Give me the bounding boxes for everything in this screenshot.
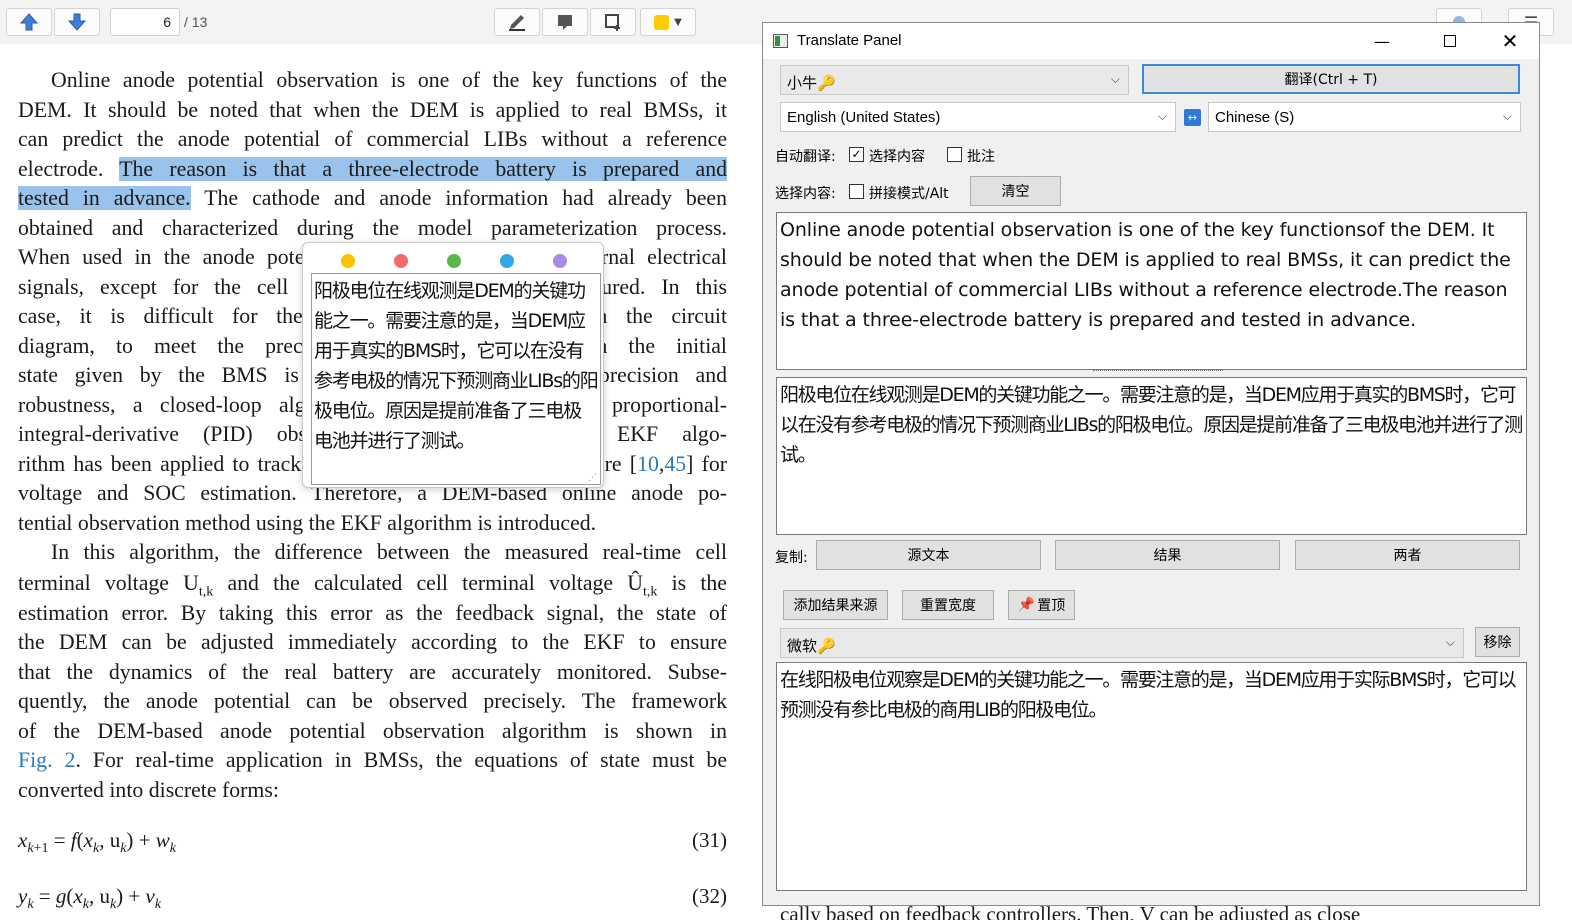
add-result-source-button[interactable]: 添加结果来源 <box>783 590 888 620</box>
source-text-box[interactable]: Online anode potential observation is on… <box>776 212 1527 370</box>
color-red-button[interactable] <box>394 254 408 268</box>
pdf-text-line: obtained and characterized during the mo… <box>18 215 727 240</box>
close-button[interactable]: ✕ <box>1487 23 1533 59</box>
pdf-text-line: that the dynamics of the real battery ar… <box>18 659 727 684</box>
text-box-add-icon <box>605 14 620 31</box>
pen-icon <box>509 15 525 31</box>
remove-engine-button[interactable]: 移除 <box>1475 627 1520 657</box>
arrow-up-icon <box>19 13 39 31</box>
selection-translate-popup[interactable]: 阳极电位在线观测是DEM的关键功能之一。需要注意的是，当DEM应用于真实的BMS… <box>302 242 604 488</box>
swap-icon: ↔ <box>1187 111 1198 124</box>
pdf-text-line: of the DEM-based anode potential observa… <box>18 718 727 743</box>
pdf-text-line: electrode. The reason is that a three-el… <box>18 156 727 181</box>
chevron-down-icon: ⌵ <box>1110 72 1120 86</box>
pin-button-label: 置顶 <box>1037 598 1066 614</box>
clear-button[interactable]: 清空 <box>970 176 1061 206</box>
highlighted-text: The reason is that a three-electrode bat… <box>119 156 727 181</box>
color-yellow-button[interactable] <box>341 254 355 268</box>
window-title: Translate Panel <box>797 32 902 49</box>
color-green-button[interactable] <box>447 254 461 268</box>
highlight-swatch-icon <box>654 14 670 30</box>
next-page-button[interactable] <box>54 8 100 36</box>
chevron-down-icon: ⌵ <box>1502 109 1512 123</box>
chevron-down-icon: ▼ <box>674 16 682 28</box>
pdf-text-line: quently, the anode potential can be obse… <box>18 689 727 713</box>
pdf-text-line: tential observation method using the EKF… <box>18 510 597 535</box>
maximize-icon <box>1444 35 1456 47</box>
close-icon: ✕ <box>1501 29 1519 53</box>
target-language-value: Chinese (S) <box>1215 109 1295 126</box>
result-text-box-1[interactable]: 阳极电位在线观测是DEM的关键功能之一。需要注意的是，当DEM应用于真实的BMS… <box>776 377 1527 535</box>
pdf-text-line: terminal voltage Ut,k and the calculated… <box>18 570 727 599</box>
copy-result-button[interactable]: 结果 <box>1055 540 1280 570</box>
pdf-text-line: the DEM can be adjusted immediately acco… <box>18 630 727 654</box>
note-icon <box>558 15 572 30</box>
minimize-icon: — <box>1374 31 1390 51</box>
page-total: / 13 <box>184 14 208 30</box>
pin-icon: 📌 <box>1017 597 1036 613</box>
engine-select-top[interactable]: 小牛🔑 ⌵ <box>780 65 1129 95</box>
target-language-select[interactable]: Chinese (S) ⌵ <box>1208 102 1521 132</box>
source-language-select[interactable]: English (United States) ⌵ <box>780 102 1176 132</box>
pin-on-top-button[interactable]: 📌 置顶 <box>1008 590 1075 620</box>
window-titlebar: Translate Panel — ✕ <box>763 23 1539 59</box>
color-purple-button[interactable] <box>553 254 567 268</box>
pdf-text-line: tested in advance. The cathode and anode… <box>18 186 727 210</box>
engine-select-2-value: 微软🔑 <box>787 638 836 655</box>
comment-option-label: 批注 <box>967 149 995 165</box>
reset-width-button[interactable]: 重置宽度 <box>902 590 994 620</box>
app-icon <box>773 34 788 48</box>
citation-link: 10 <box>637 451 659 476</box>
page-number-input[interactable]: 6 <box>110 8 180 36</box>
pdf-text-line: estimation error. By taking this error a… <box>18 600 727 625</box>
citation-link: 45 <box>664 451 687 476</box>
swap-languages-button[interactable]: ↔ <box>1184 109 1201 126</box>
equation-number: (32) <box>692 884 727 908</box>
engine-select-value: 小牛🔑 <box>787 75 836 92</box>
figure-link: Fig. 2 <box>18 748 76 772</box>
copy-both-button[interactable]: 两者 <box>1295 540 1520 570</box>
source-language-value: English (United States) <box>787 109 941 126</box>
maximize-button[interactable] <box>1427 23 1473 59</box>
pdf-text-line: DEM. It should be noted that when the DE… <box>18 97 727 122</box>
pdf-text-line: Fig. 2. For real-time application in BMS… <box>18 748 728 772</box>
add-text-box-button[interactable] <box>590 8 636 36</box>
translate-panel-window: Translate Panel — ✕ 小牛🔑 ⌵ 翻译(Ctrl + T) E… <box>762 22 1540 906</box>
comment-checkbox[interactable] <box>947 147 962 162</box>
equation-32: yk = g(xk, uk) + vk (32) <box>18 884 727 913</box>
auto-translate-label: 自动翻译: <box>775 149 836 165</box>
previous-page-button[interactable] <box>6 8 52 36</box>
chevron-down-icon: ⌵ <box>1445 635 1455 649</box>
resize-grip-icon[interactable]: ⋰ <box>588 473 597 483</box>
arrow-down-icon <box>67 13 87 31</box>
ink-pen-button[interactable] <box>494 8 540 36</box>
highlight-color-dropdown[interactable]: ▼ <box>640 8 696 36</box>
translate-button[interactable]: 翻译(Ctrl + T) <box>1142 64 1520 94</box>
concat-mode-label: 拼接模式/Alt <box>869 186 949 202</box>
pdf-text-line: converted into discrete forms: <box>18 777 279 802</box>
selection-checkbox[interactable]: ✓ <box>849 147 864 162</box>
highlighted-text: tested in advance. <box>18 186 191 210</box>
engine-select-2[interactable]: 微软🔑 ⌵ <box>780 628 1464 658</box>
equation-number: (31) <box>692 828 727 852</box>
pdf-text-line: In this algorithm, the difference betwee… <box>51 540 727 564</box>
result-text-box-2[interactable]: 在线阳极电位观察是DEM的关键功能之一。需要注意的是，当DEM应用于实际BMS时… <box>776 662 1527 891</box>
copy-source-button[interactable]: 源文本 <box>816 540 1041 570</box>
select-content-label: 选择内容: <box>775 186 836 202</box>
copy-label: 复制: <box>775 550 808 566</box>
note-button[interactable] <box>542 8 588 36</box>
concat-mode-checkbox[interactable] <box>849 184 864 199</box>
chevron-down-icon: ⌵ <box>1157 109 1167 123</box>
pdf-text-line: can predict the anode potential of comme… <box>18 127 727 151</box>
color-blue-button[interactable] <box>500 254 514 268</box>
equation-31: xk+1 = f(xk, uk) + wk (31) <box>18 828 727 857</box>
minimize-button[interactable]: — <box>1359 23 1405 59</box>
splitter-handle[interactable] <box>1093 370 1223 375</box>
pdf-text-line: Online anode potential observation is on… <box>51 68 727 92</box>
popup-translation-text[interactable]: 阳极电位在线观测是DEM的关键功能之一。需要注意的是，当DEM应用于真实的BMS… <box>311 273 601 485</box>
selection-option-label: 选择内容 <box>869 149 925 165</box>
